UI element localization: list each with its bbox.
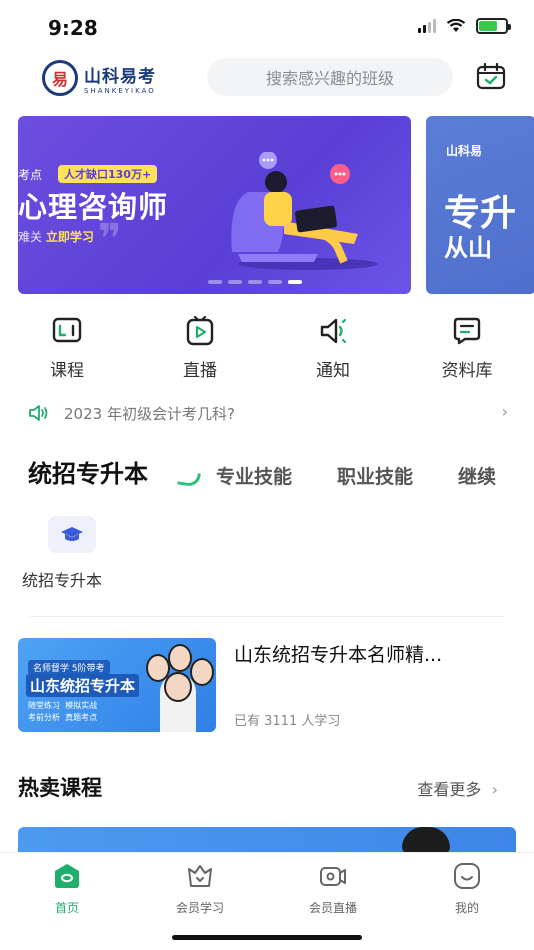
speaker-icon xyxy=(320,318,347,344)
course-card[interactable]: 名师督学 5阶带考 山东统招专升本 随堂练习 模拟实战 考前分析 真题考点 山东… xyxy=(18,638,518,734)
teacher-avatar xyxy=(164,672,192,702)
hot-courses-title: 热卖课程 xyxy=(18,776,102,800)
logo-seal-icon: 易 xyxy=(42,60,78,96)
banner-sub: 难关 立即学习 xyxy=(18,230,94,244)
quick-nav-label: 资料库 xyxy=(441,361,493,381)
battery-icon xyxy=(476,18,511,34)
app-logo: 易 山科易考 SHANKEYIKAO xyxy=(42,60,156,96)
tabbar-profile[interactable]: 我的 xyxy=(427,861,507,916)
tabbar-label: 首页 xyxy=(54,901,79,915)
member-study-icon xyxy=(188,865,212,887)
teacher-avatar xyxy=(168,644,192,672)
tab-vocational-skills[interactable]: 职业技能 xyxy=(337,462,413,489)
quick-nav-library[interactable]: 资料库 xyxy=(427,316,507,381)
chevron-right-icon: › xyxy=(501,402,508,421)
tab-professional-skills[interactable]: 专业技能 xyxy=(216,462,292,489)
search-placeholder: 搜索感兴趣的班级 xyxy=(265,69,394,88)
thumb-points: 随堂练习 模拟实战 考前分析 真题考点 xyxy=(28,701,98,722)
see-more-link[interactable]: 查看更多 › xyxy=(417,776,498,800)
carousel-dot xyxy=(268,280,282,284)
tab-active-indicator xyxy=(177,470,201,488)
home-indicator xyxy=(172,935,362,940)
header: 易 山科易考 SHANKEYIKAO 搜索感兴趣的班级 xyxy=(0,56,534,100)
notice-text: 2023 年初级会计考几科? xyxy=(64,404,235,423)
thumb-title: 山东统招专升本 xyxy=(26,674,140,697)
chevron-right-icon: › xyxy=(491,780,498,799)
quick-nav-course[interactable]: 课程 xyxy=(27,316,107,381)
banner-carousel[interactable]: 考点 人才缺口130万+ 心理咨询师 难关 立即学习 ❞ 山科易 专升 从山 xyxy=(18,116,534,294)
tabbar-label: 会员直播 xyxy=(308,901,357,915)
library-icon xyxy=(453,317,481,345)
signal-icon xyxy=(418,19,436,33)
carousel-dot xyxy=(208,280,222,284)
search-input[interactable]: 搜索感兴趣的班级 xyxy=(207,58,453,96)
tab-tongzhao[interactable]: 统招专升本 xyxy=(28,454,148,489)
tabbar-label: 会员学习 xyxy=(175,901,224,915)
notice-bar[interactable]: 2023 年初级会计考几科? › xyxy=(28,400,510,426)
status-icons xyxy=(418,18,511,34)
quick-nav-live[interactable]: 直播 xyxy=(160,315,240,381)
banner-badge: 人才缺口130万+ xyxy=(58,165,158,183)
banner-slide[interactable]: 考点 人才缺口130万+ 心理咨询师 难关 立即学习 ❞ xyxy=(18,116,411,294)
divider xyxy=(30,616,504,617)
status-bar: 9:28 xyxy=(0,0,534,54)
live-play-icon xyxy=(186,315,214,346)
logo-text: 山科易考 xyxy=(84,66,156,87)
status-time: 9:28 xyxy=(48,16,98,40)
tabbar-member-live[interactable]: 会员直播 xyxy=(293,861,373,916)
course-learners: 已有 3111 人学习 xyxy=(234,714,341,729)
hot-courses-header: 热卖课程 查看更多 › xyxy=(18,772,518,802)
teacher-hair xyxy=(402,827,450,853)
megaphone-icon xyxy=(29,405,48,421)
carousel-dot xyxy=(228,280,242,284)
banner2-subtitle: 从山 xyxy=(444,234,492,262)
carousel-dots xyxy=(208,280,302,284)
quick-nav-notice[interactable]: 通知 xyxy=(293,316,373,381)
banner-tag: 考点 xyxy=(18,168,43,182)
wifi-icon xyxy=(446,19,466,32)
banner-title: 心理咨询师 xyxy=(18,190,169,224)
tabbar-member-study[interactable]: 会员学习 xyxy=(160,861,240,916)
sub-category-label: 统招专升本 xyxy=(22,571,103,590)
quick-nav-label: 课程 xyxy=(50,361,84,381)
category-tabs: 统招专升本 专业技能 职业技能 继续 xyxy=(28,452,534,496)
banner-cta[interactable]: 立即学习 xyxy=(46,230,94,244)
profile-smile-icon xyxy=(454,863,480,889)
quick-nav-label: 直播 xyxy=(183,361,217,381)
banner-slide-next[interactable]: 山科易 专升 从山 xyxy=(426,116,534,294)
tabbar-label: 我的 xyxy=(454,901,479,915)
sub-category-item[interactable]: 统招专升本 xyxy=(22,516,132,591)
teacher-avatar xyxy=(190,658,214,686)
member-live-icon xyxy=(320,867,346,886)
graduation-cap-icon xyxy=(61,526,83,541)
carousel-dot-active xyxy=(288,280,302,284)
banner2-logo: 山科易 xyxy=(446,144,483,158)
calendar-check-icon[interactable] xyxy=(476,62,506,90)
carousel-dot xyxy=(248,280,262,284)
course-book-icon xyxy=(52,317,82,343)
thumb-badge: 名师督学 5阶带考 xyxy=(28,660,110,675)
quote-mark-icon: ❞ xyxy=(98,216,122,262)
course-title[interactable]: 山东统招专升本名师精... xyxy=(234,640,514,667)
logo-subtext: SHANKEYIKAO xyxy=(84,86,156,95)
counselor-illustration xyxy=(231,152,378,270)
quick-nav: 课程 直播 通知 资料库 xyxy=(0,315,534,382)
quick-nav-label: 通知 xyxy=(316,361,350,381)
tabbar-home[interactable]: 首页 xyxy=(27,861,107,916)
tab-continuing[interactable]: 继续 xyxy=(458,462,496,489)
home-icon xyxy=(55,864,79,888)
course-thumbnail[interactable]: 名师督学 5阶带考 山东统招专升本 随堂练习 模拟实战 考前分析 真题考点 xyxy=(18,638,216,732)
bottom-tab-bar: 首页 会员学习 会员直播 我的 xyxy=(0,852,534,950)
